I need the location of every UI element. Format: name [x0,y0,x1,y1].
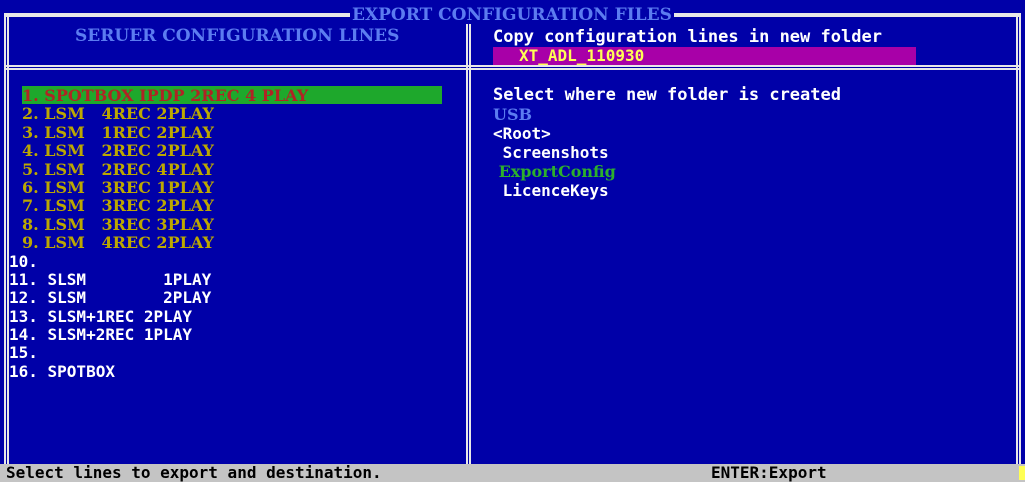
destination-item-1[interactable]: USB [493,105,841,124]
destination-item-2[interactable]: <Root> [493,124,841,143]
config-line-9[interactable]: 9. LSM 4REC 2PLAY [22,233,464,252]
destination-item-3[interactable]: Screenshots [493,143,841,162]
config-line-4[interactable]: 4. LSM 2REC 2PLAY [22,141,464,160]
config-line-3[interactable]: 3. LSM 1REC 2PLAY [22,123,464,142]
config-line-7[interactable]: 7. LSM 3REC 2PLAY [22,196,464,215]
frame-divider [466,13,471,464]
right-header-separator [466,65,1021,70]
config-line-1[interactable]: 1. SPOTBOX IPDP 2REC 4 PLAY [22,86,442,105]
config-line-15[interactable]: 15. [9,343,464,362]
frame-left-border [4,13,9,464]
config-line-2[interactable]: 2. LSM 4REC 2PLAY [22,104,464,123]
window-title: EXPORT CONFIGURATION FILES [350,5,674,25]
status-bar: Select lines to export and destination. … [0,464,1025,482]
config-line-6[interactable]: 6. LSM 3REC 1PLAY [22,178,464,197]
config-line-11[interactable]: 11. SLSM 1PLAY [9,270,464,289]
config-line-12[interactable]: 12. SLSM 2PLAY [9,288,464,307]
destination-list: USB <Root> Screenshots ExportConfig Licen… [493,105,841,200]
export-config-screen: EXPORT CONFIGURATION FILES SERUER CONFIG… [0,0,1025,482]
destination-prompt: Select where new folder is created [493,85,841,105]
frame-right-border [1016,13,1021,464]
cursor-block [1019,466,1025,480]
config-line-16[interactable]: 16. SPOTBOX [9,362,464,381]
destination-item-5[interactable]: LicenceKeys [493,181,841,200]
status-message: Select lines to export and destination. [6,463,382,482]
config-line-8[interactable]: 8. LSM 3REC 3PLAY [22,215,464,234]
destination-item-4[interactable]: ExportConfig [493,162,841,181]
config-lines-list: 1. SPOTBOX IPDP 2REC 4 PLAY 2. LSM 4REC 2… [9,86,464,381]
config-line-13[interactable]: 13. SLSM+1REC 2PLAY [9,307,464,326]
copy-folder-label: Copy configuration lines in new folder [493,27,882,47]
folder-name-input[interactable]: XT_ADL_110930 [493,47,916,65]
config-line-5[interactable]: 5. LSM 2REC 4PLAY [22,160,464,179]
config-line-10[interactable]: 10. [9,252,464,271]
export-key-hint: ENTER:Export [711,463,827,482]
left-header-separator [4,65,471,70]
config-line-14[interactable]: 14. SLSM+2REC 1PLAY [9,325,464,344]
left-panel-header: SERUER CONFIGURATION LINES [75,26,400,46]
destination-panel: Select where new folder is created USB <R… [493,85,841,201]
